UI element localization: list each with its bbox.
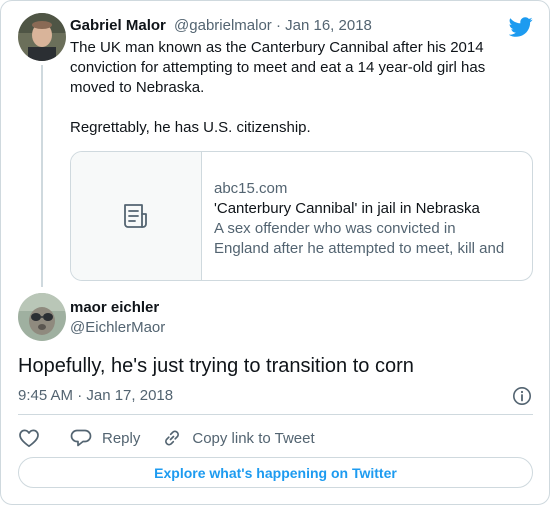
avatar-maor-eichler[interactable] — [18, 293, 66, 341]
header-separator: · — [271, 17, 286, 34]
twitter-logo-icon[interactable] — [508, 15, 533, 39]
reply-handle[interactable]: @EichlerMaor — [70, 318, 165, 338]
parent-paragraph-2: Regrettably, he has U.S. citizenship. — [70, 119, 311, 136]
document-icon — [124, 204, 147, 228]
reply-icon — [70, 429, 92, 447]
avatar-gabriel-malor[interactable] — [18, 13, 66, 61]
explore-twitter-button[interactable]: Explore what's happening on Twitter — [18, 457, 533, 488]
link-card-thumbnail — [71, 152, 202, 280]
link-card-body: abc15.com 'Canterbury Cannibal' in jail … — [202, 152, 532, 280]
link-preview-card[interactable]: abc15.com 'Canterbury Cannibal' in jail … — [70, 151, 533, 281]
parent-display-name[interactable]: Gabriel Malor — [70, 17, 166, 34]
divider — [18, 414, 533, 415]
copy-link-label: Copy link to Tweet — [192, 429, 315, 447]
parent-date[interactable]: Jan 16, 2018 — [285, 17, 372, 34]
reply-display-name[interactable]: maor eichler — [70, 298, 165, 318]
thread-connector-line — [41, 65, 43, 287]
link-icon — [165, 430, 180, 446]
parent-tweet-text: The UK man known as the Canterbury Canni… — [70, 38, 510, 138]
info-icon[interactable] — [512, 386, 532, 406]
heart-icon — [19, 429, 39, 448]
like-button[interactable] — [18, 428, 40, 448]
parent-tweet-header: Gabriel Malor @gabrielmalor · Jan 16, 20… — [70, 16, 372, 36]
copy-link-button[interactable]: Copy link to Tweet — [162, 428, 315, 448]
link-card-domain: abc15.com — [214, 180, 288, 197]
reply-author: maor eichler @EichlerMaor — [70, 298, 165, 338]
reply-button-label: Reply — [102, 429, 141, 447]
tweet-embed-card: Gabriel Malor @gabrielmalor · Jan 16, 20… — [0, 0, 550, 505]
link-card-title: 'Canterbury Cannibal' in jail in Nebrask… — [214, 200, 480, 217]
reply-timestamp[interactable]: 9:45 AM · Jan 17, 2018 — [18, 386, 173, 406]
tweet-actions: Reply Copy link to Tweet — [18, 425, 315, 451]
reply-button[interactable]: Reply — [70, 428, 140, 448]
parent-paragraph-1: The UK man known as the Canterbury Canni… — [70, 39, 486, 96]
reply-tweet-text: Hopefully, he's just trying to transitio… — [18, 355, 414, 377]
parent-handle[interactable]: @gabrielmalor — [174, 17, 272, 34]
link-card-description: A sex offender who was convicted in Engl… — [214, 220, 505, 257]
